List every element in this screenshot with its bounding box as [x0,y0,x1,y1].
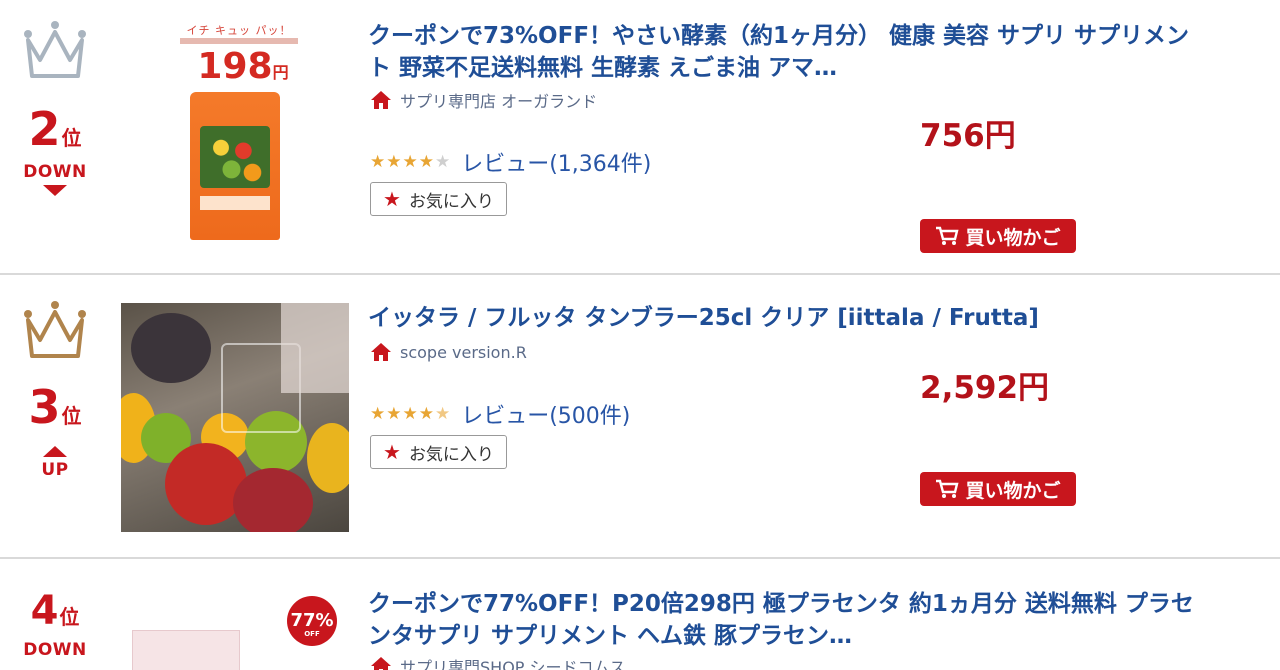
trend-label: UP [41,460,69,480]
shop-link[interactable]: サプリ専門店 オーガランド [370,88,597,112]
review-block: ★★★★★ レビュー(500件) [370,398,630,430]
product-image[interactable]: イチ キュッ パッ！ 198円 [160,18,310,240]
divider [0,273,1280,275]
rating-stars: ★★★★★ [370,404,452,424]
rank-number: 3位 [28,380,82,434]
rank-number: 4位 [30,588,80,634]
down-arrow-icon [43,185,67,196]
trend-label: DOWN [23,162,87,182]
rank-number: 2位 [28,102,82,156]
discount-badge: 77% OFF [287,596,337,646]
product-pouch [190,92,280,240]
shop-house-icon [371,91,391,109]
star-icon: ★ [383,440,401,464]
cart-icon [936,479,960,498]
shop-link[interactable]: scope version.R [370,342,527,362]
shop-house-icon [371,343,391,361]
up-arrow-icon [43,446,67,457]
crown-bronze-icon [24,301,86,358]
product-image[interactable] [132,630,240,670]
shop-link[interactable]: サプリ専門SHOP シードコムス [370,654,626,670]
product-image[interactable] [121,303,349,532]
cart-button[interactable]: 買い物かご [920,219,1076,253]
divider [0,557,1280,559]
rating-stars: ★★★★★ [370,152,452,172]
rank-block: 3位 UP [10,300,100,480]
rank-block: 4位 DOWN [10,588,100,660]
cart-icon [936,226,960,245]
trend-label: DOWN [23,640,87,660]
favorite-button[interactable]: ★ お気に入り [370,182,507,216]
product-title-link[interactable]: クーポンで73%OFF！やさい酵素（約1ヶ月分） 健康 美容 サプリ サプリメン… [368,20,1268,84]
ranking-item: 2位 DOWN イチ キュッ パッ！ 198円 クーポンで73%OFF！やさい酵… [0,0,1280,270]
cart-button[interactable]: 買い物かご [920,472,1076,506]
product-title-link[interactable]: イッタラ / フルッタ タンブラー25cl クリア [iittala / Fru… [368,302,1268,334]
review-link[interactable]: レビュー(1,364件) [461,146,651,178]
favorite-button[interactable]: ★ お気に入り [370,435,507,469]
product-title-link[interactable]: クーポンで77%OFF！P20倍298円 極プラセンタ 約1ヵ月分 送料無料 プ… [368,588,1268,652]
review-block: ★★★★★ レビュー(1,364件) [370,146,651,178]
price: 2,592円 [920,370,1050,406]
star-icon: ★ [383,187,401,211]
review-link[interactable]: レビュー(500件) [461,398,630,430]
rank-block: 2位 DOWN [10,20,100,196]
price: 756円 [920,118,1016,154]
shop-house-icon [371,657,391,670]
crown-silver-icon [24,21,86,78]
